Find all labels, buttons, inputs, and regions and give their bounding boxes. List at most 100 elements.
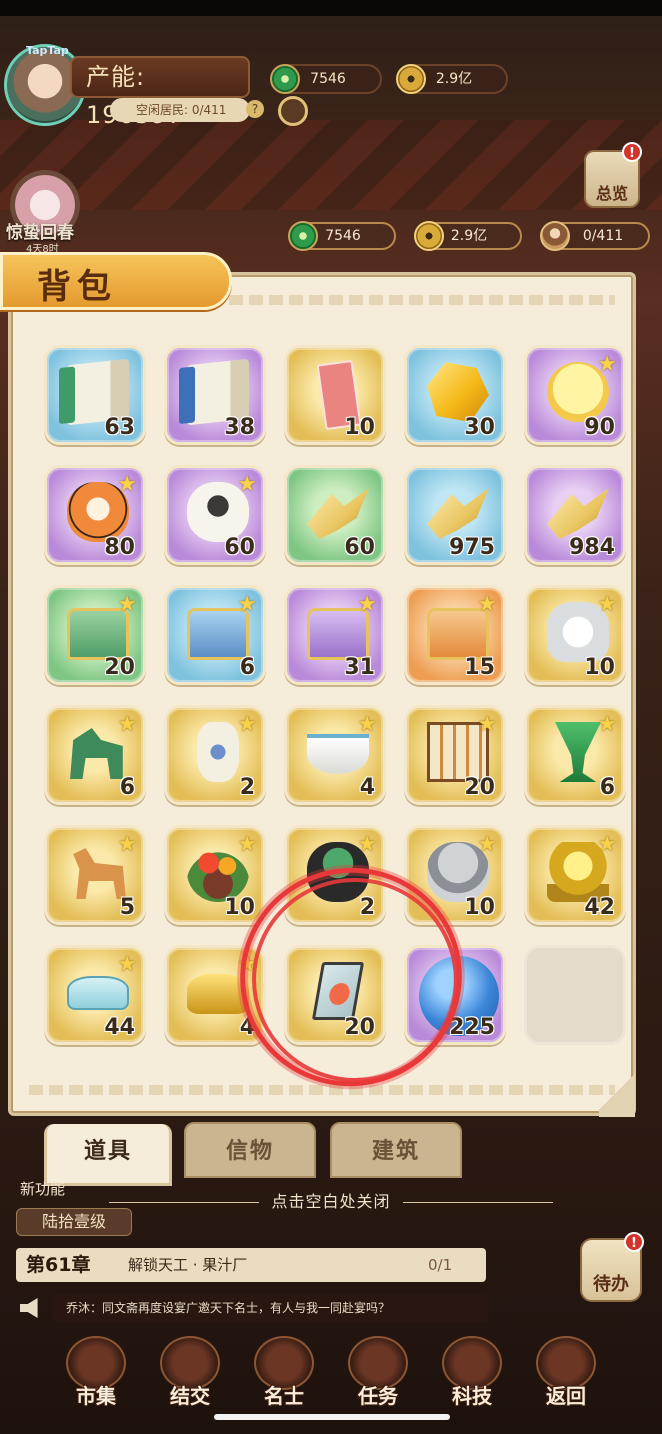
chapter-progress: 0/1 — [428, 1256, 453, 1274]
top-jade-display: 7546 — [270, 64, 382, 94]
nav-friends[interactable]: 结交 — [154, 1334, 226, 1414]
item-slot[interactable]: 38 — [164, 345, 266, 445]
star-icon: ★ — [117, 952, 137, 977]
star-icon: ★ — [477, 592, 497, 617]
status-bar — [0, 0, 662, 16]
item-slot[interactable]: ★ 2 — [164, 705, 266, 805]
item-slot[interactable]: ★ 4 — [284, 705, 386, 805]
jade-cup-icon — [555, 722, 601, 782]
nav-market-label: 市集 — [76, 1384, 116, 1408]
world-chat-ticker[interactable]: 乔沐：同文斋再度设宴广邀天下名士，有人与我一同赴宴吗？ — [52, 1294, 488, 1322]
star-icon: ★ — [477, 832, 497, 857]
item-count: 20 — [104, 655, 135, 680]
resident-avatar-icon — [540, 221, 570, 251]
item-count: 984 — [569, 535, 615, 560]
item-count: 6 — [119, 775, 135, 800]
gold-shard-icon — [427, 488, 489, 539]
nav-notables[interactable]: 名士 — [248, 1334, 320, 1414]
gold-shard-icon — [307, 488, 369, 539]
nav-tech[interactable]: 科技 — [436, 1334, 508, 1414]
item-count: 10 — [584, 655, 615, 680]
jade-display: 7546 — [288, 221, 396, 251]
item-slot[interactable]: 63 — [44, 345, 146, 445]
gold-crystal-icon — [427, 362, 489, 422]
chapter-number: 第61章 — [26, 1254, 91, 1276]
nav-notables-label: 名士 — [264, 1384, 304, 1408]
nav-tech-label: 科技 — [452, 1384, 492, 1408]
nav-tasks[interactable]: 任务 — [342, 1334, 414, 1414]
item-count: 6 — [599, 775, 615, 800]
overview-alert-badge: ! — [622, 142, 642, 162]
chapter-task: 解锁天工 · 果汁厂 — [128, 1256, 248, 1274]
item-count: 225 — [449, 1015, 495, 1040]
item-slot[interactable]: 984 — [524, 465, 626, 565]
backpack-title: 背包 — [37, 267, 117, 307]
residents-value: 0/411 — [582, 228, 624, 244]
level-badge: 陆拾壹级 — [16, 1208, 132, 1236]
item-slot[interactable]: ★ 90 — [524, 345, 626, 445]
item-slot[interactable]: ★ 60 — [164, 465, 266, 565]
item-slot[interactable]: ★ 6 — [524, 705, 626, 805]
star-icon: ★ — [597, 592, 617, 617]
nav-friends-label: 结交 — [170, 1384, 210, 1408]
residents-display: 0/411 — [540, 221, 650, 251]
top-jade-value: 7546 — [310, 71, 346, 87]
item-slot[interactable]: ★ 31 — [284, 585, 386, 685]
new-feature-label[interactable]: 新功能 — [20, 1178, 65, 1199]
star-icon: ★ — [237, 832, 257, 857]
item-slot[interactable]: ★ 6 — [164, 585, 266, 685]
taptap-logo: TapTap — [26, 44, 69, 57]
gold-coin-icon — [414, 221, 444, 251]
star-icon: ★ — [117, 712, 137, 737]
item-slot[interactable]: ★ 80 — [44, 465, 146, 565]
star-icon: ★ — [357, 592, 377, 617]
jade-comb-icon — [67, 976, 129, 1010]
tab-buildings[interactable]: 建筑 — [330, 1122, 462, 1178]
page-curl — [599, 1067, 635, 1117]
item-slot[interactable]: ★ 15 — [404, 585, 506, 685]
blue-white-vase-icon — [197, 722, 239, 782]
item-slot[interactable]: ★ 42 — [524, 825, 626, 925]
idle-residents-display: 空闲居民: 0/411 — [110, 98, 250, 122]
wheel-icon[interactable] — [278, 96, 308, 126]
chapter-quest-bar[interactable]: 第61章 解锁天工 · 果汁厂 0/1 — [16, 1248, 486, 1282]
gold-shard-icon — [547, 488, 609, 539]
tab-items[interactable]: 道具 — [44, 1124, 172, 1186]
todo-alert-badge: ! — [624, 1232, 644, 1252]
item-count: 60 — [344, 535, 375, 560]
empty-item-slot[interactable] — [524, 945, 626, 1045]
item-slot[interactable]: 60 — [284, 465, 386, 565]
home-indicator — [214, 1414, 450, 1420]
nav-back[interactable]: 返回 — [530, 1334, 602, 1414]
nav-tasks-label: 任务 — [358, 1384, 398, 1408]
item-slot[interactable]: ★ 5 — [44, 825, 146, 925]
item-count: 38 — [224, 415, 255, 440]
item-count: 20 — [464, 775, 495, 800]
item-count: 15 — [464, 655, 495, 680]
item-slot[interactable]: 975 — [404, 465, 506, 565]
item-slot[interactable]: 10 — [284, 345, 386, 445]
item-count: 80 — [104, 535, 135, 560]
star-icon: ★ — [477, 712, 497, 737]
item-count: 30 — [464, 415, 495, 440]
gold-display: 2.9亿 — [414, 221, 522, 251]
item-slot[interactable]: ★ 10 — [164, 825, 266, 925]
nav-market[interactable]: 市集 — [60, 1334, 132, 1414]
tab-tokens[interactable]: 信物 — [184, 1122, 316, 1178]
item-count: 6 — [239, 655, 255, 680]
star-icon: ★ — [597, 352, 617, 377]
item-count: 63 — [104, 415, 135, 440]
nav-back-label: 返回 — [546, 1384, 586, 1408]
item-slot[interactable]: ★ 10 — [524, 585, 626, 685]
item-slot[interactable]: ★ 44 — [44, 945, 146, 1045]
item-slot[interactable]: ★ 20 — [44, 585, 146, 685]
info-icon[interactable]: ? — [246, 100, 264, 118]
item-count: 10 — [224, 895, 255, 920]
star-icon: ★ — [237, 712, 257, 737]
item-count: 44 — [104, 1015, 135, 1040]
item-slot[interactable]: ★ 20 — [404, 705, 506, 805]
item-slot[interactable]: 30 — [404, 345, 506, 445]
item-count: 42 — [584, 895, 615, 920]
star-icon: ★ — [237, 592, 257, 617]
item-slot[interactable]: ★ 6 — [44, 705, 146, 805]
